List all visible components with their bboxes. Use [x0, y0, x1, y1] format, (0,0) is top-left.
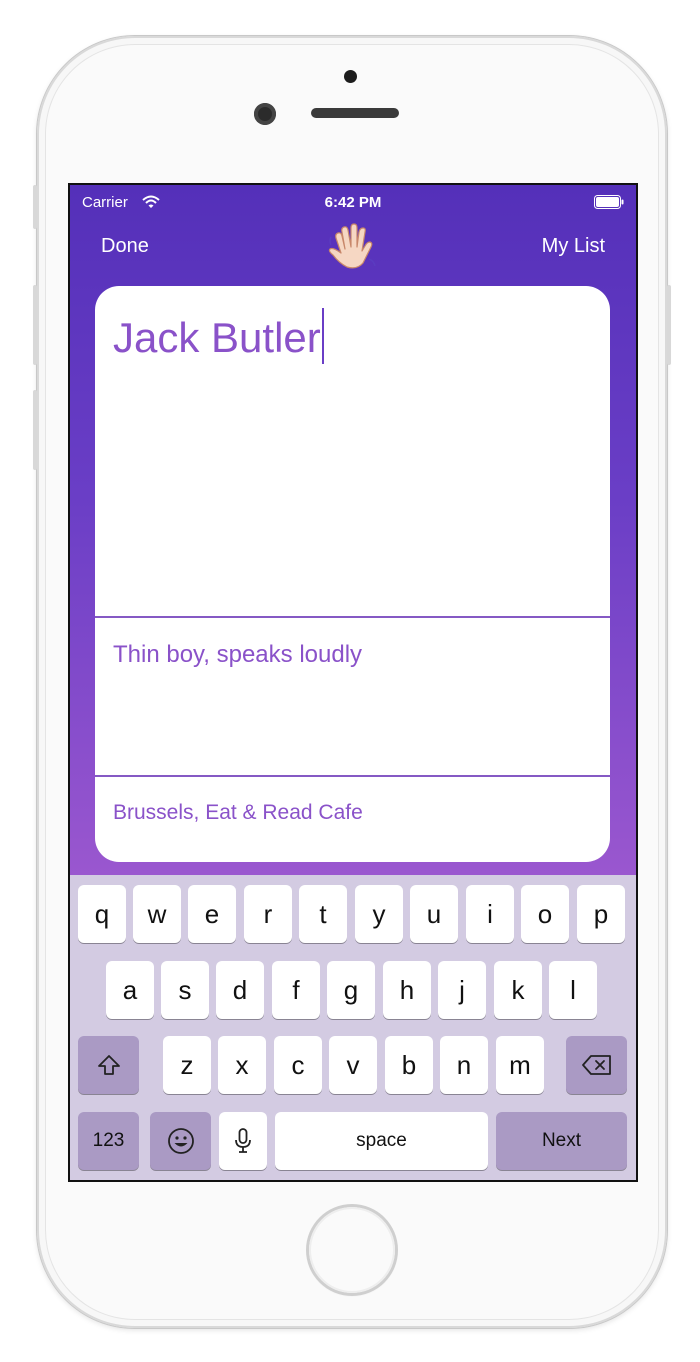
key-b[interactable]: b	[385, 1036, 433, 1094]
delete-key[interactable]	[566, 1036, 627, 1094]
power-button	[667, 285, 671, 365]
microphone-key[interactable]	[219, 1112, 267, 1170]
waving-hand-icon[interactable]	[325, 223, 381, 271]
key-o[interactable]: o	[521, 885, 569, 943]
earpiece-speaker	[311, 108, 399, 118]
app-background: Carrier 6:42 PM Done My List Jack Butler…	[70, 185, 636, 875]
mute-switch	[33, 185, 37, 229]
key-m[interactable]: m	[496, 1036, 544, 1094]
key-t[interactable]: t	[299, 885, 347, 943]
navigation-bar: Done My List	[70, 221, 636, 285]
keyboard: q w e r t y u i o p a s d f g h j k l z …	[70, 875, 636, 1180]
proximity-sensor	[344, 70, 357, 83]
volume-down-button	[33, 390, 37, 470]
divider	[95, 775, 610, 777]
key-q[interactable]: q	[78, 885, 126, 943]
key-u[interactable]: u	[410, 885, 458, 943]
delete-icon	[581, 1055, 611, 1075]
text-cursor	[321, 308, 324, 364]
divider	[95, 616, 610, 618]
key-l[interactable]: l	[549, 961, 597, 1019]
battery-icon	[594, 195, 624, 209]
key-k[interactable]: k	[494, 961, 542, 1019]
key-p[interactable]: p	[577, 885, 625, 943]
microphone-icon	[235, 1128, 251, 1153]
status-bar: Carrier 6:42 PM	[70, 185, 636, 221]
key-a[interactable]: a	[106, 961, 154, 1019]
key-y[interactable]: y	[355, 885, 403, 943]
clock: 6:42 PM	[324, 194, 382, 211]
key-g[interactable]: g	[327, 961, 375, 1019]
emoji-key[interactable]	[150, 1112, 211, 1170]
space-key[interactable]: space	[275, 1112, 488, 1170]
name-value: Jack Butler	[113, 314, 321, 361]
key-z[interactable]: z	[163, 1036, 211, 1094]
contact-card: Jack Butler Thin boy, speaks loudly Brus…	[95, 286, 610, 862]
home-button[interactable]	[309, 1207, 395, 1293]
key-s[interactable]: s	[161, 961, 209, 1019]
name-input[interactable]: Jack Butler	[113, 308, 324, 364]
front-camera	[254, 103, 276, 125]
volume-up-button	[33, 285, 37, 365]
description-input[interactable]: Thin boy, speaks loudly	[113, 641, 362, 669]
key-h[interactable]: h	[383, 961, 431, 1019]
place-input[interactable]: Brussels, Eat & Read Cafe	[113, 801, 363, 825]
next-key[interactable]: Next	[496, 1112, 627, 1170]
key-i[interactable]: i	[466, 885, 514, 943]
shift-key[interactable]	[78, 1036, 139, 1094]
key-w[interactable]: w	[133, 885, 181, 943]
key-n[interactable]: n	[440, 1036, 488, 1094]
key-v[interactable]: v	[329, 1036, 377, 1094]
emoji-icon	[167, 1128, 194, 1154]
numbers-key[interactable]: 123	[78, 1112, 139, 1170]
key-c[interactable]: c	[274, 1036, 322, 1094]
key-r[interactable]: r	[244, 885, 292, 943]
key-e[interactable]: e	[188, 885, 236, 943]
key-f[interactable]: f	[272, 961, 320, 1019]
shift-icon	[97, 1055, 120, 1075]
done-button[interactable]: Done	[101, 235, 149, 258]
my-list-button[interactable]: My List	[542, 235, 605, 258]
key-x[interactable]: x	[218, 1036, 266, 1094]
screen: Carrier 6:42 PM Done My List Jack Butler…	[70, 185, 636, 1180]
key-d[interactable]: d	[216, 961, 264, 1019]
key-j[interactable]: j	[438, 961, 486, 1019]
